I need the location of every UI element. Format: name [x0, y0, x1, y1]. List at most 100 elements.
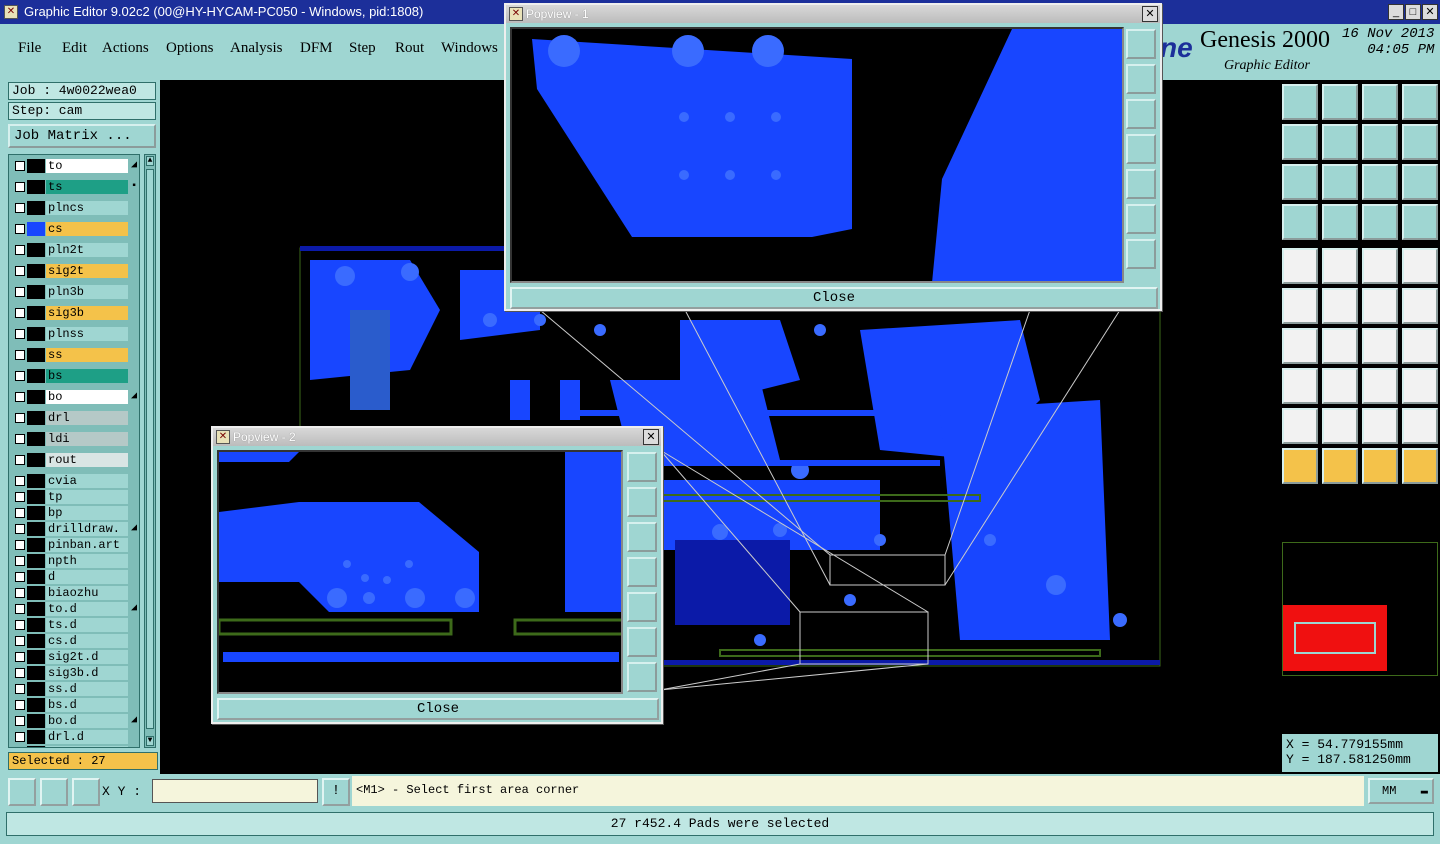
layer-name[interactable]: ss: [46, 348, 128, 362]
popview-1-close-button[interactable]: Close: [510, 287, 1158, 309]
house-icon[interactable]: [1362, 84, 1398, 120]
layer-row[interactable]: bs: [9, 369, 139, 383]
layer-name[interactable]: drl: [46, 411, 128, 425]
snap-icon[interactable]: [1402, 124, 1438, 160]
triangle4-icon[interactable]: [1402, 408, 1438, 444]
ruler-icon[interactable]: [1362, 248, 1398, 284]
layer-name[interactable]: sig3b: [46, 306, 128, 320]
line2-icon[interactable]: [1322, 328, 1358, 364]
layer-name[interactable]: plnss: [46, 327, 128, 341]
flip-icon[interactable]: [1402, 328, 1438, 364]
layer-checkbox[interactable]: [15, 732, 25, 742]
layer-checkbox[interactable]: [15, 572, 25, 582]
menu-actions[interactable]: Actions: [102, 40, 149, 57]
center-icon[interactable]: [1322, 164, 1358, 200]
layer-row[interactable]: pln3b: [9, 285, 139, 299]
popview-2-canvas[interactable]: [217, 450, 623, 694]
layer-checkbox[interactable]: [15, 684, 25, 694]
popview-tool-icon[interactable]: [1126, 99, 1156, 129]
layer-checkbox[interactable]: [15, 508, 25, 518]
prev-icon[interactable]: [1282, 124, 1318, 160]
layer-name[interactable]: drl.d: [46, 730, 128, 744]
layer-row[interactable]: sig2t.d: [9, 650, 139, 664]
dimension-icon[interactable]: [1362, 368, 1398, 404]
popview-tool-icon[interactable]: [1126, 239, 1156, 269]
layer-row[interactable]: to ◢: [9, 159, 139, 173]
layer-row[interactable]: drl: [9, 411, 139, 425]
layer-row[interactable]: bp: [9, 506, 139, 520]
layer-row[interactable]: biaozhu: [9, 586, 139, 600]
layer-checkbox[interactable]: [15, 668, 25, 678]
layer-row[interactable]: to.d ◢: [9, 602, 139, 616]
cross-icon[interactable]: [1322, 288, 1358, 324]
layer-row[interactable]: cs: [9, 222, 139, 236]
exclaim-icon[interactable]: !: [322, 778, 350, 806]
layer-checkbox[interactable]: [15, 700, 25, 710]
layer-row[interactable]: tp: [9, 490, 139, 504]
popview-tool-icon[interactable]: [1126, 29, 1156, 59]
scroll-thumb[interactable]: [146, 169, 154, 729]
help-icon[interactable]: [1402, 164, 1438, 200]
menu-windows[interactable]: Windows: [441, 40, 498, 57]
layer-checkbox[interactable]: [15, 161, 25, 171]
layer-row[interactable]: ss: [9, 348, 139, 362]
layer-row[interactable]: drl.d: [9, 730, 139, 744]
popview-tool-icon[interactable]: [1126, 204, 1156, 234]
popview-tool-icon[interactable]: [1126, 169, 1156, 199]
layer-row[interactable]: pinban.art: [9, 538, 139, 552]
layer-row[interactable]: plnss: [9, 327, 139, 341]
group-icon[interactable]: [1402, 368, 1438, 404]
scale-icon[interactable]: [1362, 164, 1398, 200]
layer-red2-icon[interactable]: [1402, 204, 1438, 240]
layer-row[interactable]: cs.d: [9, 634, 139, 648]
layer-name[interactable]: sig2t.d: [46, 650, 128, 664]
grid-toggle-icon[interactable]: [1322, 204, 1358, 240]
layer-row[interactable]: ts.d: [9, 618, 139, 632]
layer-checkbox[interactable]: [15, 556, 25, 566]
pad-icon[interactable]: [1282, 248, 1318, 284]
popview-tool-icon[interactable]: [627, 627, 657, 657]
layer-row[interactable]: bo ◢: [9, 390, 139, 404]
layer-checkbox[interactable]: [15, 413, 25, 423]
units-selector[interactable]: MM ▬: [1368, 778, 1434, 804]
layer-row[interactable]: rout: [9, 453, 139, 467]
layer-checkbox[interactable]: [15, 588, 25, 598]
layer-name[interactable]: ldi: [46, 432, 128, 446]
layer-checkbox[interactable]: [15, 540, 25, 550]
layer-checkbox[interactable]: [15, 434, 25, 444]
rotate-icon[interactable]: [1362, 328, 1398, 364]
scroll-down-icon[interactable]: ▼: [146, 736, 154, 746]
layer-row[interactable]: pln2t: [9, 243, 139, 257]
measure-icon[interactable]: [40, 778, 68, 806]
menu-rout[interactable]: Rout: [395, 40, 424, 57]
layer-name[interactable]: plncs: [46, 201, 128, 215]
overview-panel[interactable]: [1282, 542, 1438, 676]
circle-icon[interactable]: [1402, 248, 1438, 284]
popview-2-close-icon[interactable]: ✕: [643, 429, 659, 445]
layer-name[interactable]: d: [46, 570, 128, 584]
layer-name[interactable]: tp: [46, 490, 128, 504]
layer-name[interactable]: to: [46, 159, 128, 173]
draw-icon[interactable]: [1322, 248, 1358, 284]
layer-checkbox[interactable]: [15, 203, 25, 213]
menu-edit[interactable]: Edit: [62, 40, 87, 57]
layer-row[interactable]: cvia: [9, 474, 139, 488]
popview-tool-icon[interactable]: [627, 522, 657, 552]
layer-checkbox[interactable]: [15, 524, 25, 534]
undo-icon[interactable]: [1362, 124, 1398, 160]
layer-name[interactable]: cs.d: [46, 634, 128, 648]
layer-name[interactable]: pinban.art: [46, 538, 128, 552]
layer-row[interactable]: rout.d: [9, 746, 139, 747]
popview-tool-icon[interactable]: [627, 487, 657, 517]
layer-name[interactable]: ts.d: [46, 618, 128, 632]
layer-row[interactable]: ts ▪: [9, 180, 139, 194]
layer-checkbox[interactable]: [15, 652, 25, 662]
layer-name[interactable]: ts: [46, 180, 128, 194]
arrow-pt-icon[interactable]: [1362, 288, 1398, 324]
node-icon[interactable]: [1282, 288, 1318, 324]
menu-file[interactable]: File: [18, 40, 41, 57]
save-icon[interactable]: [1322, 84, 1358, 120]
window-icon[interactable]: [1402, 84, 1438, 120]
layer-name[interactable]: sig2t: [46, 264, 128, 278]
fit-icon[interactable]: [1282, 164, 1318, 200]
